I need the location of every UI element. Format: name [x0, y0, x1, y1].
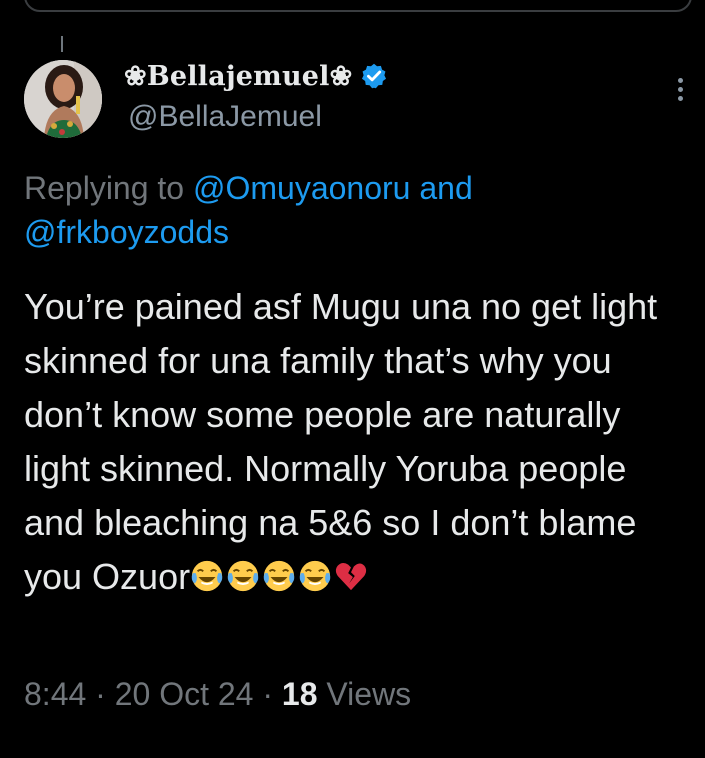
author-handle[interactable]: @BellaJemuel — [128, 100, 322, 134]
previous-tweet-card[interactable] — [24, 0, 692, 12]
face-with-tears-of-joy-icon — [191, 560, 223, 592]
mention-link-omuyaonoru[interactable]: @Omuyaonoru — [193, 170, 410, 206]
mention-joiner[interactable]: and — [419, 170, 472, 206]
tweet-body-text: You’re pained asf Mugu una no get light … — [24, 286, 658, 597]
author-display-name[interactable]: ❀Bellajemuel❀ — [124, 56, 388, 96]
tweet-text-container: You’re pained asf Mugu una no get light … — [24, 280, 694, 604]
replying-to-label: Replying to — [24, 170, 185, 206]
broken-heart-icon — [335, 562, 367, 591]
meta-separator: · — [262, 676, 274, 712]
tweet-view: ❀Bellajemuel❀ @BellaJemuel Replying to @… — [0, 0, 705, 758]
thread-connector-line — [61, 36, 63, 52]
meta-separator: · — [95, 676, 106, 712]
face-with-tears-of-joy-icon — [263, 560, 295, 592]
replying-to-line: Replying to @Omuyaonoru and @frkboyzodds — [24, 166, 684, 254]
tweet-meta: 8:44 · 20 Oct 24 · 18 Views — [24, 676, 411, 713]
face-with-tears-of-joy-icon — [299, 560, 331, 592]
display-name-text: ❀Bellajemuel❀ — [124, 60, 353, 92]
avatar[interactable] — [24, 60, 102, 138]
verified-badge-icon — [362, 63, 387, 89]
mention-link-frkboyzodds[interactable]: @frkboyzodds — [24, 214, 229, 250]
avatar-image — [24, 60, 102, 138]
views-count: 18 — [281, 676, 318, 712]
tweet-time[interactable]: 8:44 — [24, 676, 86, 712]
face-with-tears-of-joy-icon — [227, 560, 259, 592]
views-label: Views — [326, 676, 412, 712]
more-options-icon[interactable] — [673, 78, 687, 108]
tweet-date[interactable]: 20 Oct 24 — [115, 676, 254, 712]
